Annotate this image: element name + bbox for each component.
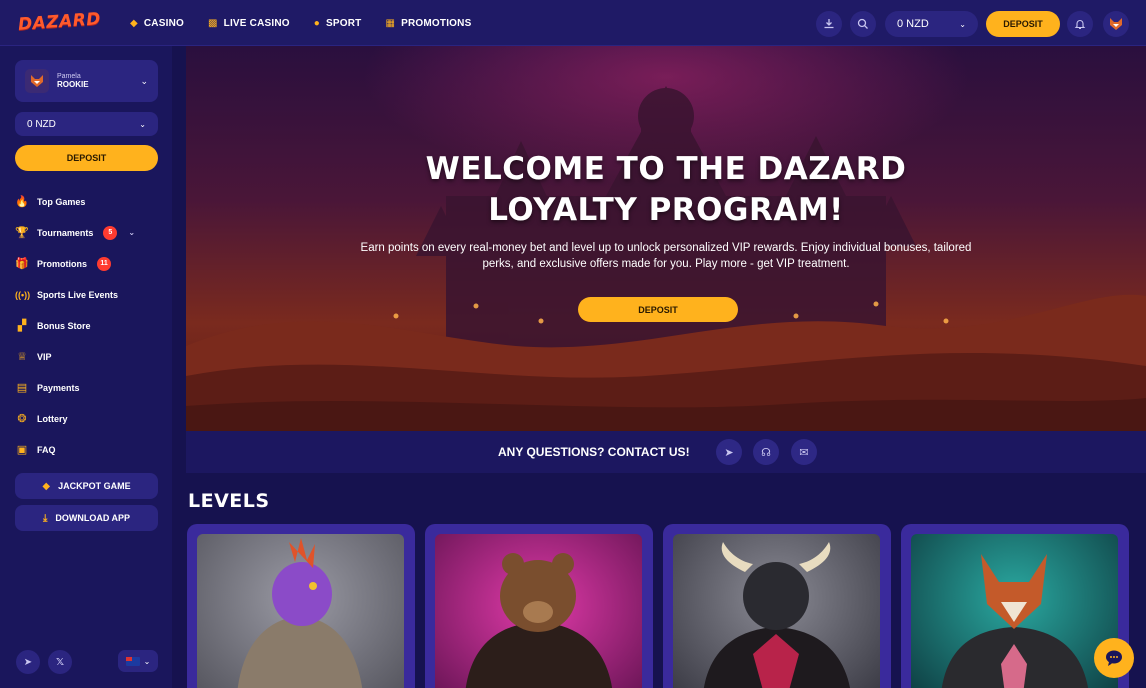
contact-label: ANY QUESTIONS? CONTACT US!: [498, 445, 690, 459]
live-casino-icon: ▩: [207, 17, 218, 29]
chevron-down-icon: ⌄: [143, 656, 151, 666]
sidebar-menu: 🔥 Top Games 🏆 Tournaments 5 ⌄ 🎁 Promotio…: [15, 186, 158, 465]
download-button[interactable]: [816, 11, 842, 37]
sport-icon: ●: [313, 17, 320, 29]
nav-casino[interactable]: ◆ CASINO: [130, 18, 184, 29]
tournaments-count-badge: 5: [103, 225, 118, 240]
levels-title: LEVELS: [188, 490, 270, 512]
sidebar-item-bonus-store[interactable]: ▞ Bonus Store: [15, 310, 158, 341]
crown-icon: ♕: [17, 351, 27, 363]
download-icon: ⤓: [42, 512, 48, 524]
contact-bar: ANY QUESTIONS? CONTACT US! ➤ ☊ ✉: [186, 431, 1146, 473]
sidebar-item-faq[interactable]: ▣ FAQ: [15, 434, 158, 465]
nav-sport[interactable]: ● SPORT: [314, 18, 362, 29]
chevron-down-icon: ⌄: [139, 119, 146, 129]
user-rank: ROOKIE: [57, 80, 89, 89]
sidebar-item-vip[interactable]: ♕ VIP: [15, 341, 158, 372]
email-contact-button[interactable]: ✉: [791, 439, 817, 465]
bell-icon: [1074, 20, 1086, 30]
search-icon: [857, 18, 868, 29]
sidebar-deposit-button[interactable]: DEPOSIT: [15, 145, 158, 171]
fox-avatar-icon: [1110, 18, 1122, 30]
bear-illustration: [465, 553, 612, 688]
profile-avatar-button[interactable]: [1103, 11, 1129, 37]
desert-palace-illustration: [186, 86, 1146, 431]
loyalty-hero-banner: WELCOME TO THE DAZARD LOYALTY PROGRAM! E…: [186, 46, 1146, 431]
telegram-link[interactable]: ➤: [16, 650, 40, 674]
lizard-illustration: [237, 538, 363, 688]
user-info: Pamela ROOKIE: [57, 73, 89, 89]
sidebar-item-top-games[interactable]: 🔥 Top Games: [15, 186, 158, 217]
hero-description: Earn points on every real-money bet and …: [360, 242, 972, 270]
balance-selector[interactable]: 0 NZD ⌄: [885, 11, 978, 37]
bull-character-image: [673, 534, 880, 688]
email-icon: ✉: [799, 446, 809, 459]
chevron-down-icon: ⌄: [128, 228, 136, 237]
headset-icon: ☊: [761, 446, 771, 459]
level-card[interactable]: [663, 524, 891, 688]
level-card[interactable]: [425, 524, 653, 688]
sidebar-balance-selector[interactable]: 0 NZD ⌄: [15, 112, 158, 136]
hero-title: WELCOME TO THE DAZARD LOYALTY PROGRAM!: [425, 151, 907, 228]
bear-character-image: [435, 534, 642, 688]
download-icon: [824, 19, 834, 29]
trophy-icon: 🏆: [15, 227, 29, 239]
bull-illustration: [704, 542, 850, 688]
chat-icon: [1106, 650, 1122, 666]
level-card[interactable]: [187, 524, 415, 688]
telegram-icon: ➤: [724, 446, 734, 459]
search-button[interactable]: [850, 11, 876, 37]
fox-character-image: [911, 534, 1118, 688]
deposit-button[interactable]: DEPOSIT: [986, 11, 1060, 37]
jackpot-game-button[interactable]: ◆ JACKPOT GAME: [15, 473, 158, 499]
gift-icon: 🎁: [15, 258, 29, 270]
download-app-button[interactable]: ⤓ DOWNLOAD APP: [15, 505, 158, 531]
sidebar-item-lottery[interactable]: ❂ Lottery: [15, 403, 158, 434]
faq-icon: ▣: [16, 444, 28, 456]
sidebar-item-payments[interactable]: ▤ Payments: [15, 372, 158, 403]
basket-icon: ▞: [17, 320, 27, 332]
language-selector[interactable]: ⌄: [118, 650, 158, 672]
gift-icon: ▦: [385, 17, 396, 29]
sidebar-item-promotions[interactable]: 🎁 Promotions 11: [15, 248, 158, 279]
sidebar: Pamela ROOKIE ⌄ 0 NZD ⌄ DEPOSIT 🔥 Top Ga…: [0, 46, 172, 688]
nav-promotions[interactable]: ▦ PROMOTIONS: [385, 18, 471, 29]
sidebar-item-tournaments[interactable]: 🏆 Tournaments 5 ⌄: [15, 217, 158, 248]
lottery-icon: ❂: [17, 413, 27, 425]
nz-flag-icon: [125, 656, 140, 666]
fire-icon: 🔥: [15, 196, 29, 208]
telegram-icon: ➤: [23, 656, 33, 668]
broadcast-icon: ((•)): [15, 289, 31, 300]
x-link[interactable]: 𝕏: [48, 650, 72, 674]
live-chat-button[interactable]: [1094, 638, 1134, 678]
main-content: WELCOME TO THE DAZARD LOYALTY PROGRAM! E…: [172, 46, 1146, 688]
x-icon: 𝕏: [55, 656, 65, 668]
telegram-contact-button[interactable]: ➤: [716, 439, 742, 465]
casino-icon: ◆: [130, 17, 138, 29]
chevron-down-icon: ⌄: [959, 19, 966, 29]
chevron-down-icon: ⌄: [140, 75, 148, 86]
notifications-button[interactable]: [1067, 11, 1093, 37]
hero-deposit-button[interactable]: DEPOSIT: [578, 297, 738, 322]
promotions-count-badge: 11: [97, 256, 112, 271]
fox-avatar-icon: [31, 75, 43, 87]
support-contact-button[interactable]: ☊: [753, 439, 779, 465]
user-name: Pamela: [57, 73, 81, 80]
dazard-logo[interactable]: DAZARD: [17, 9, 101, 35]
wallet-icon: ▤: [16, 382, 28, 394]
main-nav: ◆ CASINO ▩ LIVE CASINO ● SPORT ▦ PROMOTI…: [130, 0, 471, 46]
diamond-icon: ◆: [42, 480, 51, 492]
nav-live-casino[interactable]: ▩ LIVE CASINO: [208, 18, 290, 29]
fox-illustration: [941, 554, 1088, 688]
top-navigation-bar: DAZARD ◆ CASINO ▩ LIVE CASINO ● SPORT ▦ …: [0, 0, 1146, 46]
lizard-character-image: [197, 534, 404, 688]
user-profile-card[interactable]: Pamela ROOKIE ⌄: [15, 60, 158, 102]
sidebar-item-sports-live-events[interactable]: ((•)) Sports Live Events: [15, 279, 158, 310]
avatar: [25, 69, 49, 93]
